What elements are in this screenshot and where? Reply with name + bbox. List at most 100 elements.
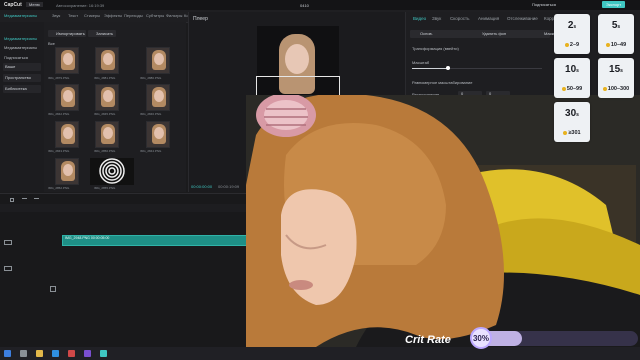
tab-effects[interactable]: Эффекты <box>104 13 122 18</box>
select-tool-icon[interactable] <box>10 198 14 202</box>
tab-filters[interactable]: Фильтры <box>166 13 182 18</box>
clip-label: IMG_2948.PNG 00:00:05:00 <box>65 236 110 240</box>
rank-card: 15s 100–300 <box>598 58 634 98</box>
import-label: Импортировать <box>56 31 85 36</box>
search-icon[interactable] <box>20 350 27 357</box>
media-thumb[interactable] <box>55 121 79 148</box>
tab-sound[interactable]: Звук <box>432 16 441 21</box>
media-thumb[interactable] <box>146 84 170 111</box>
media-thumb[interactable] <box>55 84 79 111</box>
media-thumb[interactable] <box>95 47 119 74</box>
spiral-icon <box>99 158 125 184</box>
rank-range: 50–99 <box>566 86 583 92</box>
capcut-icon[interactable] <box>100 350 107 357</box>
rank-value: 15 <box>609 64 621 75</box>
media-filename: IMG_2844.PNG <box>140 149 162 153</box>
nav-box-yours[interactable]: Ваше <box>3 63 41 71</box>
time-total: 00:00:19:09 <box>218 184 240 189</box>
media-filename: IMG_2881.PNG <box>94 76 116 80</box>
nav-item-subscribe[interactable]: Подписаться <box>4 55 28 60</box>
tab-media[interactable]: Медиаматериалы <box>4 13 37 18</box>
media-thumb[interactable] <box>95 84 119 111</box>
tab-transitions[interactable]: Переходы <box>124 13 143 18</box>
subscribe-button[interactable]: Подписаться <box>532 2 556 7</box>
player-title: Плеер <box>193 16 208 22</box>
rank-range: ≥301 <box>568 130 581 136</box>
crit-rate-value: 30% <box>472 334 489 343</box>
tab-stickers[interactable]: Стикеры <box>84 13 100 18</box>
redo-icon[interactable] <box>34 198 39 203</box>
rank-unit: s <box>573 24 577 30</box>
app-icon[interactable] <box>84 350 91 357</box>
scale-label: Масштаб <box>412 60 430 65</box>
scale-slider-handle[interactable] <box>446 66 450 70</box>
uniform-scale-label: Равномерное масштабирование <box>412 80 473 85</box>
tab-subtitles[interactable]: Субтитры <box>146 13 164 18</box>
folder-icon[interactable] <box>36 350 43 357</box>
nav-box-space[interactable]: Пространство <box>3 74 41 82</box>
coin-icon <box>605 42 610 47</box>
app-icon[interactable] <box>68 350 75 357</box>
undo-icon[interactable] <box>22 198 27 203</box>
track-lock-icon[interactable] <box>4 240 12 245</box>
nav-item-yours: Ваше <box>5 64 16 69</box>
app-name: CapCut <box>4 2 22 8</box>
preview-face <box>285 44 309 74</box>
start-icon[interactable] <box>4 350 11 357</box>
menu-button[interactable]: Меню <box>26 2 43 7</box>
subtab-remove-bg[interactable]: Удалить фон <box>482 31 506 36</box>
rank-unit: s <box>620 68 623 74</box>
autosave-status: Автосохранение: 16:19:39 <box>56 3 105 8</box>
coin-icon <box>602 86 607 91</box>
tab-audio[interactable]: Звук <box>52 13 60 18</box>
import-button[interactable]: Импортировать <box>48 30 86 37</box>
project-name: 0410 <box>300 3 309 8</box>
media-thumb[interactable] <box>146 47 170 74</box>
tab-text[interactable]: Текст <box>68 13 78 18</box>
coin-icon <box>564 42 569 47</box>
rank-value: 10 <box>565 64 577 75</box>
coin-icon <box>561 86 566 91</box>
track-eye-icon[interactable] <box>4 266 12 271</box>
media-filename: IMG_2850.PNG <box>94 149 116 153</box>
coin-icon <box>563 130 568 135</box>
media-filename: IMG_2845.PNG <box>94 112 116 116</box>
tab-video[interactable]: Видео <box>413 16 426 21</box>
subtab-basic[interactable]: Основ. <box>420 31 433 36</box>
media-thumb[interactable] <box>55 47 79 74</box>
rank-card: 5s 10–49 <box>598 14 634 54</box>
media-filename: IMG_2846.PNG <box>140 112 162 116</box>
media-filename: IMG_2852.PNG <box>48 186 70 190</box>
tab-animation[interactable]: Анимация <box>478 16 499 21</box>
rank-unit: s <box>617 24 621 30</box>
section-label: Все <box>48 41 55 46</box>
tab-tracking[interactable]: Отслеживание <box>507 16 538 21</box>
rank-card: 2s 2–9 <box>554 14 590 54</box>
spiral-thumb[interactable] <box>90 158 134 185</box>
edit-icon[interactable] <box>50 286 56 292</box>
nav-item-library: Библиотека <box>5 86 27 91</box>
media-thumb[interactable] <box>55 158 79 185</box>
rank-range: 10–49 <box>610 42 627 48</box>
rank-value: 30 <box>565 108 577 119</box>
browser-icon[interactable] <box>52 350 59 357</box>
rank-range: 100–300 <box>607 86 630 92</box>
rank-card: 30s ≥301 <box>554 102 590 142</box>
scale-fill <box>412 68 448 69</box>
media-thumb[interactable] <box>95 121 119 148</box>
nav-item-media[interactable]: Медиаматериалы <box>4 36 37 41</box>
media-filename: IMG_2843.PNG <box>48 149 70 153</box>
media-filename: IMG_2855.PNG <box>94 186 116 190</box>
crit-rate-label: Crit Rate <box>405 334 451 346</box>
tab-speed[interactable]: Скорость <box>450 16 469 21</box>
nav-box-library[interactable]: Библиотека <box>3 85 41 93</box>
record-button[interactable]: Записать <box>88 30 116 37</box>
nav-item-media-2[interactable]: Медиаматериалы <box>4 45 37 50</box>
rank-unit: s <box>576 112 579 118</box>
media-filename: IMG_2842.PNG <box>48 112 70 116</box>
taskbar <box>0 347 640 360</box>
media-filename: IMG_2880.PNG <box>140 76 162 80</box>
export-button[interactable]: Экспорт <box>602 1 626 8</box>
media-filename: IMG_2879.PNG <box>48 76 70 80</box>
media-thumb[interactable] <box>146 121 170 148</box>
